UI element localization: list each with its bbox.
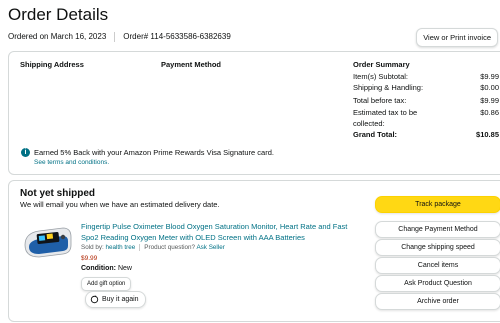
terms-link[interactable]: See terms and conditions. xyxy=(34,159,109,166)
shipment-status: Not yet shipped xyxy=(20,188,96,199)
order-meta: Ordered on March 16, 2023 Order# 114-5633… xyxy=(8,32,231,42)
sold-by-divider xyxy=(139,244,141,251)
add-gift-option-button[interactable]: Add gift option xyxy=(81,277,132,291)
info-icon: i xyxy=(21,148,30,157)
sold-by-label: Sold by: xyxy=(81,244,104,252)
sold-by-line: Sold by: health tree Product question? As… xyxy=(81,244,225,251)
summary-value: $9.99 xyxy=(480,96,499,105)
change-payment-method-button[interactable]: Change Payment Method xyxy=(375,221,500,238)
summary-value: $10.85 xyxy=(476,130,499,139)
summary-value: $0.00 xyxy=(480,83,499,92)
product-question-label: Product question? xyxy=(144,244,196,252)
summary-estimated-tax: Estimated tax to be collected: $0.86 xyxy=(353,107,499,129)
order-number: Order# 114-5633586-6382639 xyxy=(123,32,231,42)
ask-seller-link[interactable]: Ask Seller xyxy=(196,244,224,251)
summary-value: $0.86 xyxy=(480,108,499,117)
buy-it-again-button[interactable]: Buy it again xyxy=(85,291,146,308)
ordered-on-date: Ordered on March 16, 2023 xyxy=(8,32,107,42)
archive-order-button[interactable]: Archive order xyxy=(375,293,500,310)
condition-value: New xyxy=(117,265,132,272)
track-package-button[interactable]: Track package xyxy=(375,196,500,213)
summary-grand-total: Grand Total: $10.85 xyxy=(353,130,499,139)
condition-label: Condition: xyxy=(81,265,116,272)
order-details-box: Shipping Address Payment Method Order Su… xyxy=(8,51,500,175)
summary-label: Grand Total: xyxy=(353,130,398,139)
summary-value: $9.99 xyxy=(480,72,499,81)
summary-label: Shipping & Handling: xyxy=(353,83,424,92)
payment-method-heading: Payment Method xyxy=(161,60,222,69)
summary-label: Item(s) Subtotal: xyxy=(353,72,409,81)
ask-product-question-button[interactable]: Ask Product Question xyxy=(375,275,500,292)
view-print-invoice-button[interactable]: View or Print invoice xyxy=(416,28,498,47)
buy-it-again-label: Buy it again xyxy=(102,296,139,303)
summary-label: Estimated tax to be collected: xyxy=(353,108,418,128)
seller-link[interactable]: health tree xyxy=(106,244,136,251)
pulse-oximeter-image xyxy=(19,219,75,265)
page-title: Order Details xyxy=(8,5,109,24)
summary-total-before-tax: Total before tax: $9.99 xyxy=(353,96,499,105)
shipping-address-heading: Shipping Address xyxy=(20,60,84,69)
cancel-items-button[interactable]: Cancel items xyxy=(375,257,500,274)
shipment-box: Not yet shipped We will email you when w… xyxy=(8,180,500,322)
summary-label: Total before tax: xyxy=(353,96,407,105)
product-title-link[interactable]: Fingertip Pulse Oximeter Blood Oxygen Sa… xyxy=(81,221,366,243)
order-summary-heading: Order Summary xyxy=(353,60,410,69)
meta-divider xyxy=(114,32,116,42)
shipment-status-detail: We will email you when we have an estima… xyxy=(20,200,220,209)
change-shipping-speed-button[interactable]: Change shipping speed xyxy=(375,239,500,256)
cart-refresh-icon xyxy=(90,295,99,304)
product-price: $9.99 xyxy=(81,255,98,262)
rewards-text: Earned 5% Back with your Amazon Prime Re… xyxy=(34,148,274,157)
summary-subtotal: Item(s) Subtotal: $9.99 xyxy=(353,72,499,81)
product-condition: Condition: New xyxy=(81,265,132,272)
product-image[interactable] xyxy=(19,219,75,265)
summary-shipping: Shipping & Handling: $0.00 xyxy=(353,83,499,92)
